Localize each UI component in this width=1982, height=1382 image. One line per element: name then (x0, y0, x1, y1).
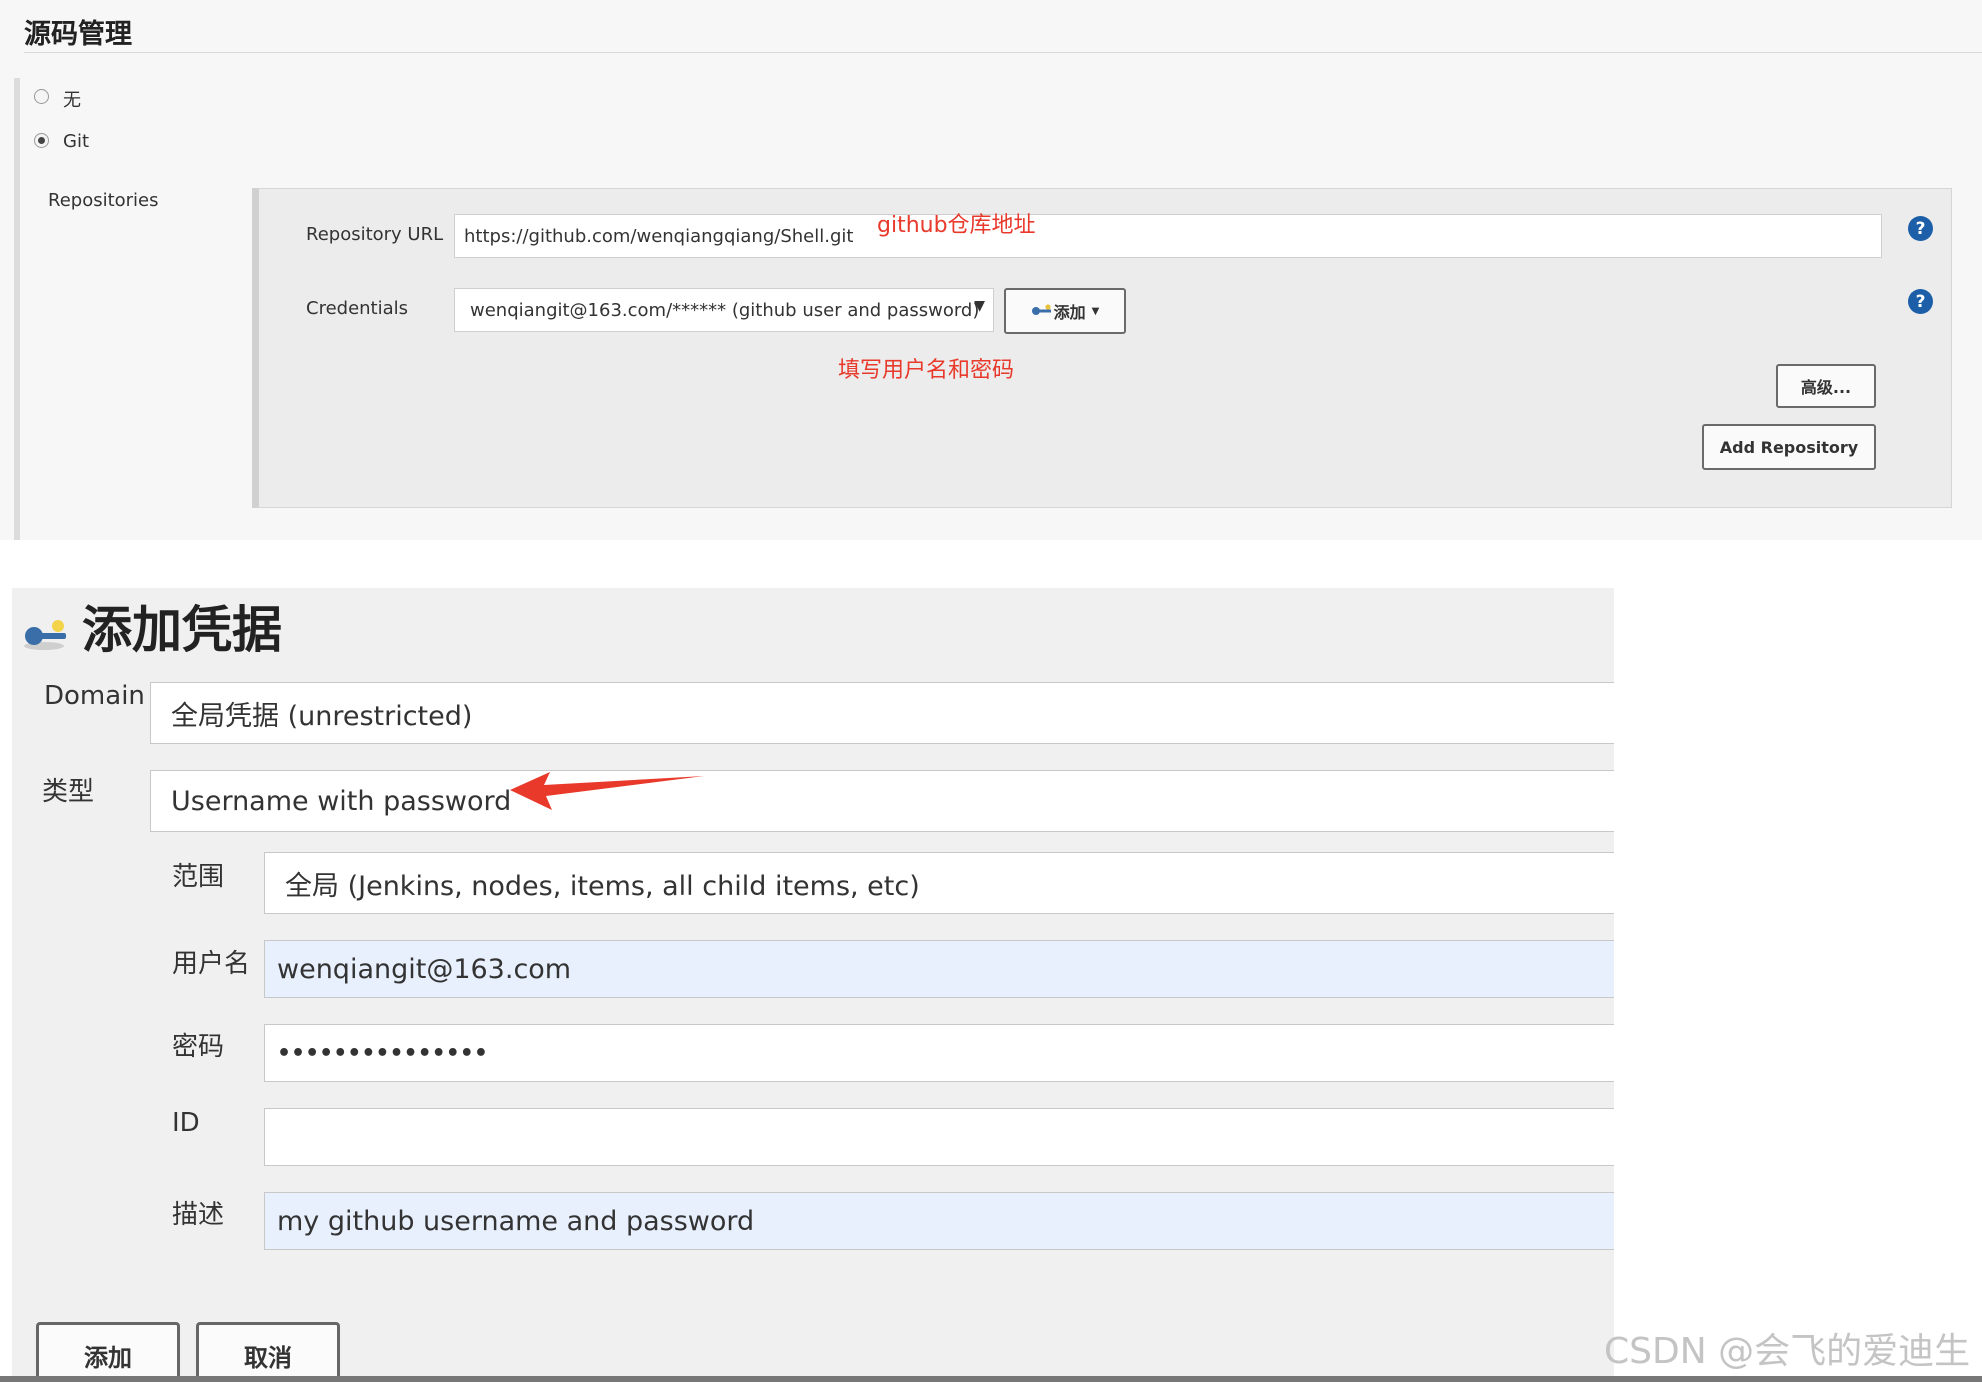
red-arrow-annotation (510, 772, 704, 810)
domain-value: 全局凭据 (unrestricted) (171, 700, 473, 732)
scm-title: 源码管理 (24, 19, 132, 50)
cancel-button[interactable]: 取消 (196, 1322, 340, 1382)
username-value: wenqiangit@163.com (277, 953, 572, 985)
kind-select[interactable]: Username with password (150, 770, 1614, 832)
credentials-key-icon (24, 620, 66, 650)
advanced-button[interactable]: 高级... (1776, 364, 1876, 408)
credentials-add-label: 添加 (1053, 303, 1086, 322)
username-input[interactable]: wenqiangit@163.com (264, 940, 1614, 998)
description-input[interactable]: my github username and password (264, 1192, 1614, 1250)
credentials-annotation: 填写用户名和密码 (838, 358, 1015, 383)
description-value: my github username and password (277, 1205, 755, 1237)
window-bottom-edge (0, 1376, 1982, 1382)
kind-value: Username with password (171, 785, 512, 817)
repository-url-annotation: github仓库地址 (877, 213, 1036, 238)
scm-section: 源码管理 无 Git Repositories Repository URL h… (0, 0, 1982, 540)
repository-url-input[interactable]: https://github.com/wenqiangqiang/Shell.g… (454, 214, 1882, 258)
section-indent-bar (14, 78, 20, 540)
radio-git-label: Git (63, 131, 90, 152)
scope-label: 范围 (172, 862, 225, 892)
credentials-add-button[interactable]: 添加 ▼ (1004, 288, 1126, 334)
help-icon[interactable]: ? (1908, 216, 1933, 241)
dialog-title: 添加凭据 (82, 601, 282, 659)
id-input[interactable] (264, 1108, 1614, 1166)
add-button[interactable]: 添加 (36, 1322, 180, 1382)
repository-url-value: https://github.com/wenqiangqiang/Shell.g… (464, 225, 854, 247)
divider (24, 52, 1982, 53)
id-label: ID (172, 1108, 200, 1138)
credentials-select[interactable]: wenqiangit@163.com/****** (github user a… (454, 288, 994, 332)
scope-value: 全局 (Jenkins, nodes, items, all child ite… (285, 870, 920, 902)
scope-select[interactable]: 全局 (Jenkins, nodes, items, all child ite… (264, 852, 1614, 914)
repository-url-label: Repository URL (306, 224, 444, 245)
add-credentials-dialog: 添加凭据 Domain 全局凭据 (unrestricted) 类型 Usern… (12, 588, 1614, 1382)
caret-down-icon: ▼ (1091, 305, 1100, 317)
description-label: 描述 (172, 1200, 225, 1230)
radio-none[interactable] (34, 89, 49, 104)
domain-select[interactable]: 全局凭据 (unrestricted) (150, 682, 1614, 744)
password-label: 密码 (172, 1032, 225, 1062)
password-input[interactable]: ••••••••••••••• (264, 1024, 1614, 1082)
password-value: ••••••••••••••• (277, 1040, 488, 1066)
key-icon (1031, 304, 1051, 315)
radio-none-label: 无 (63, 90, 81, 111)
credentials-label: Credentials (306, 298, 409, 319)
add-repository-button[interactable]: Add Repository (1702, 424, 1876, 470)
help-icon[interactable]: ? (1908, 289, 1933, 314)
radio-git[interactable] (34, 133, 49, 148)
watermark: CSDN @会飞的爱迪生 (1604, 1331, 1971, 1372)
domain-label: Domain (44, 681, 145, 711)
dropdown-arrow-icon: ▼ (974, 298, 985, 314)
credentials-value: wenqiangit@163.com/****** (github user a… (470, 299, 980, 321)
repositories-label: Repositories (48, 190, 159, 211)
kind-label: 类型 (42, 777, 95, 807)
username-label: 用户名 (172, 949, 251, 979)
